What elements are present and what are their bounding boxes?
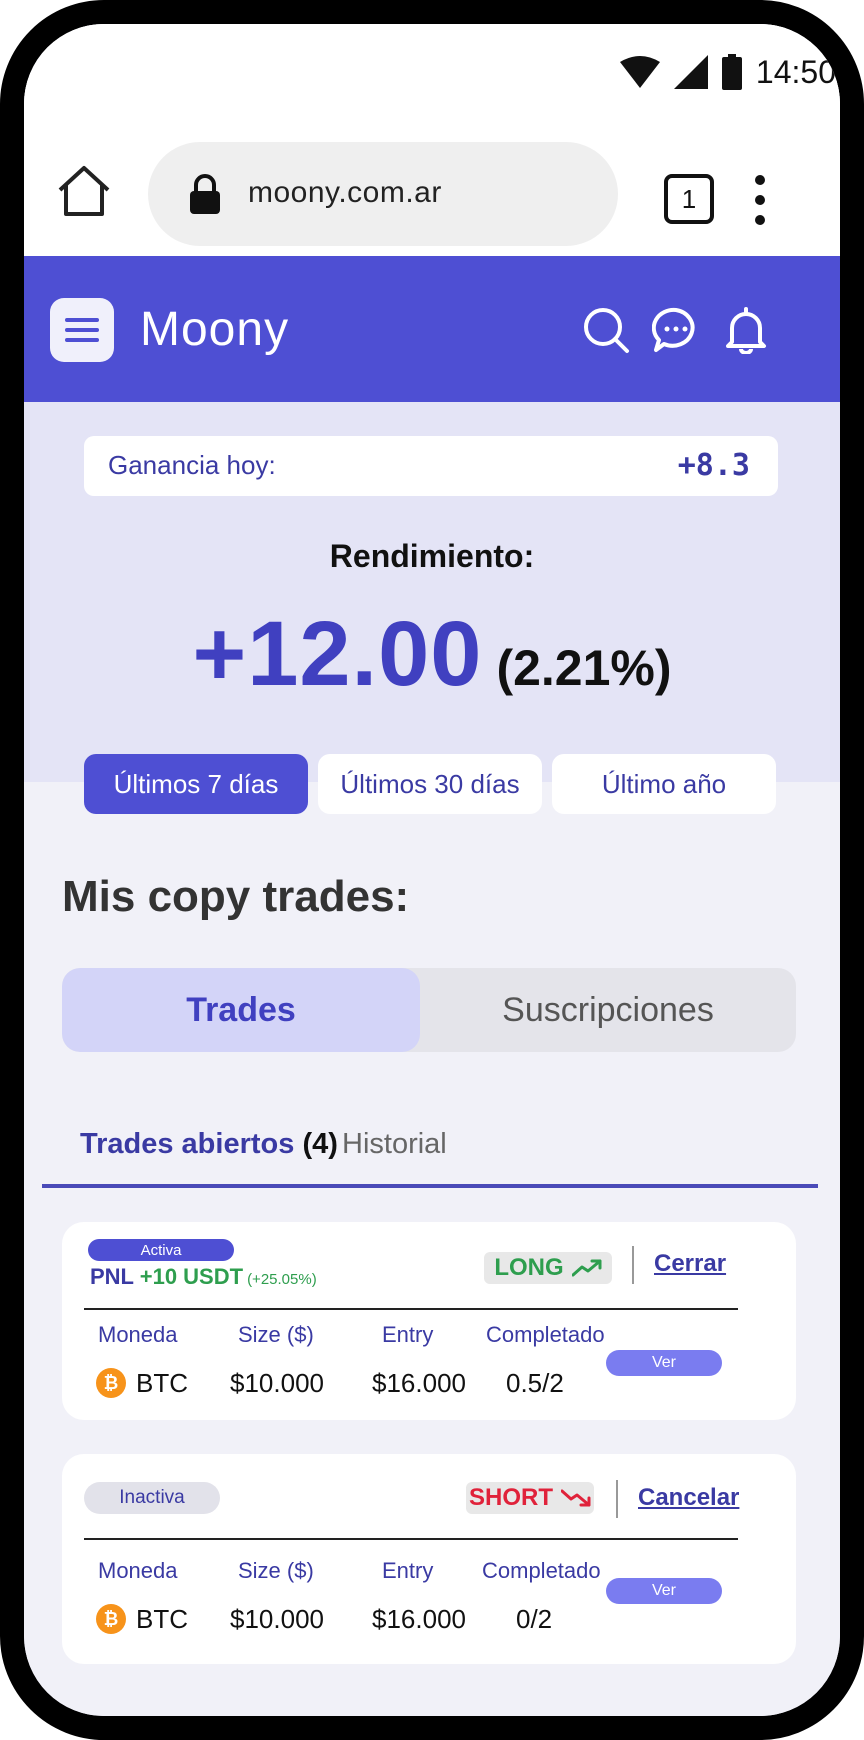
direction-label: SHORT: [469, 1484, 553, 1511]
menu-icon[interactable]: [50, 298, 114, 362]
col-completed-header: Completado: [482, 1558, 601, 1583]
segmented-control: Trades Suscripciones: [62, 968, 796, 1052]
direction-label: LONG: [494, 1254, 564, 1281]
period-30-days[interactable]: Últimos 30 días: [318, 754, 542, 814]
app-header: Moony: [24, 256, 840, 402]
col-completed-header: Completado: [486, 1322, 605, 1347]
signal-icon: [673, 55, 708, 89]
col-entry-header: Entry: [382, 1322, 434, 1347]
card-divider: [84, 1308, 738, 1310]
performance-value: +12.00: [192, 603, 483, 705]
pnl-value: +10 USDT: [139, 1264, 244, 1289]
segment-trades[interactable]: Trades: [62, 968, 420, 1052]
chat-icon[interactable]: [652, 306, 700, 354]
performance-label: Rendimiento:: [329, 538, 535, 574]
cancel-trade-link[interactable]: Cancelar: [638, 1484, 739, 1512]
gain-today-value: +8.3: [677, 448, 750, 483]
bitcoin-icon: ₿: [96, 1368, 126, 1398]
status-time: 14:50: [755, 53, 836, 90]
bitcoin-icon: ₿: [96, 1604, 126, 1634]
status-badge: Inactiva: [84, 1482, 220, 1514]
tab-open-trades[interactable]: Trades abiertos (4): [80, 1128, 338, 1161]
col-size-header: Size ($): [238, 1558, 314, 1583]
divider: [632, 1246, 634, 1284]
wifi-icon: [619, 56, 660, 88]
lock-icon: [190, 174, 220, 214]
url-text: moony.com.ar: [248, 176, 442, 209]
divider: [616, 1480, 618, 1518]
trend-up-icon: [571, 1259, 602, 1277]
col-size-header: Size ($): [238, 1322, 314, 1347]
screen: 14:50 moony.com.ar 1 Moony Ganancia hoy:…: [24, 24, 840, 1716]
pnl: PNL +10 USDT (+25.05%): [90, 1264, 317, 1290]
col-coin-header: Moneda: [98, 1558, 178, 1583]
gain-today-label: Ganancia hoy:: [108, 450, 276, 480]
browser-toolbar: moony.com.ar 1: [24, 124, 840, 256]
close-trade-link[interactable]: Cerrar: [654, 1250, 726, 1278]
gain-today-card: Ganancia hoy: +8.3: [84, 436, 778, 496]
col-coin-header: Moneda: [98, 1322, 178, 1347]
size-value: $10.000: [230, 1604, 324, 1634]
pnl-percent: (+25.05%): [247, 1271, 317, 1288]
period-1-year[interactable]: Último año: [552, 754, 776, 814]
bell-icon[interactable]: [722, 306, 770, 354]
entry-value: $16.000: [372, 1604, 466, 1634]
brand-title: Moony: [140, 303, 290, 356]
card-divider: [84, 1538, 738, 1540]
coin-value: BTC: [136, 1368, 188, 1398]
status-icons: 14:50: [619, 48, 840, 96]
tab-open-trades-count: (4): [302, 1128, 338, 1160]
trend-down-icon: [561, 1489, 591, 1507]
section-title: Mis copy trades:: [62, 872, 410, 921]
tab-switcher-button[interactable]: 1: [664, 174, 714, 224]
home-icon[interactable]: [56, 164, 112, 218]
view-button[interactable]: Ver: [606, 1578, 722, 1604]
phone: 14:50 moony.com.ar 1 Moony Ganancia hoy:…: [0, 0, 864, 1740]
view-button[interactable]: Ver: [606, 1350, 722, 1376]
performance-percent: (2.21%): [496, 640, 672, 696]
tab-history[interactable]: Historial: [342, 1128, 447, 1161]
period-selector: Últimos 7 días Últimos 30 días Último añ…: [84, 754, 784, 814]
direction-badge: SHORT: [466, 1482, 594, 1514]
tab-underline: [42, 1184, 818, 1188]
col-entry-header: Entry: [382, 1558, 434, 1583]
more-vert-icon[interactable]: [750, 174, 770, 226]
pnl-label: PNL: [90, 1264, 134, 1289]
address-bar[interactable]: moony.com.ar: [148, 142, 618, 246]
segment-subscriptions[interactable]: Suscripciones: [420, 968, 796, 1052]
size-value: $10.000: [230, 1368, 324, 1398]
completed-value: 0.5/2: [506, 1368, 564, 1398]
coin-value: BTC: [136, 1604, 188, 1634]
completed-value: 0/2: [516, 1604, 553, 1634]
status-bar: 14:50: [24, 24, 840, 124]
status-badge: Activa: [88, 1239, 234, 1261]
performance-value-group: +12.00 (2.21%): [24, 602, 840, 707]
summary-panel: Ganancia hoy: +8.3 Rendimiento: +12.00 (2…: [24, 402, 840, 782]
search-icon[interactable]: [582, 306, 630, 354]
battery-icon: [721, 54, 742, 90]
entry-value: $16.000: [372, 1368, 466, 1398]
tab-open-trades-label: Trades abiertos: [80, 1128, 295, 1160]
trade-card: Inactiva SHORT Cancelar Moneda Size ($) …: [62, 1454, 796, 1664]
direction-badge: LONG: [484, 1252, 612, 1284]
period-7-days[interactable]: Últimos 7 días: [84, 754, 308, 814]
subtabs: Trades abiertos (4) Historial: [42, 1120, 818, 1190]
trade-card: Activa PNL +10 USDT (+25.05%) LONG Cerrar…: [62, 1222, 796, 1420]
phone-frame: 14:50 moony.com.ar 1 Moony Ganancia hoy:…: [0, 0, 864, 1740]
